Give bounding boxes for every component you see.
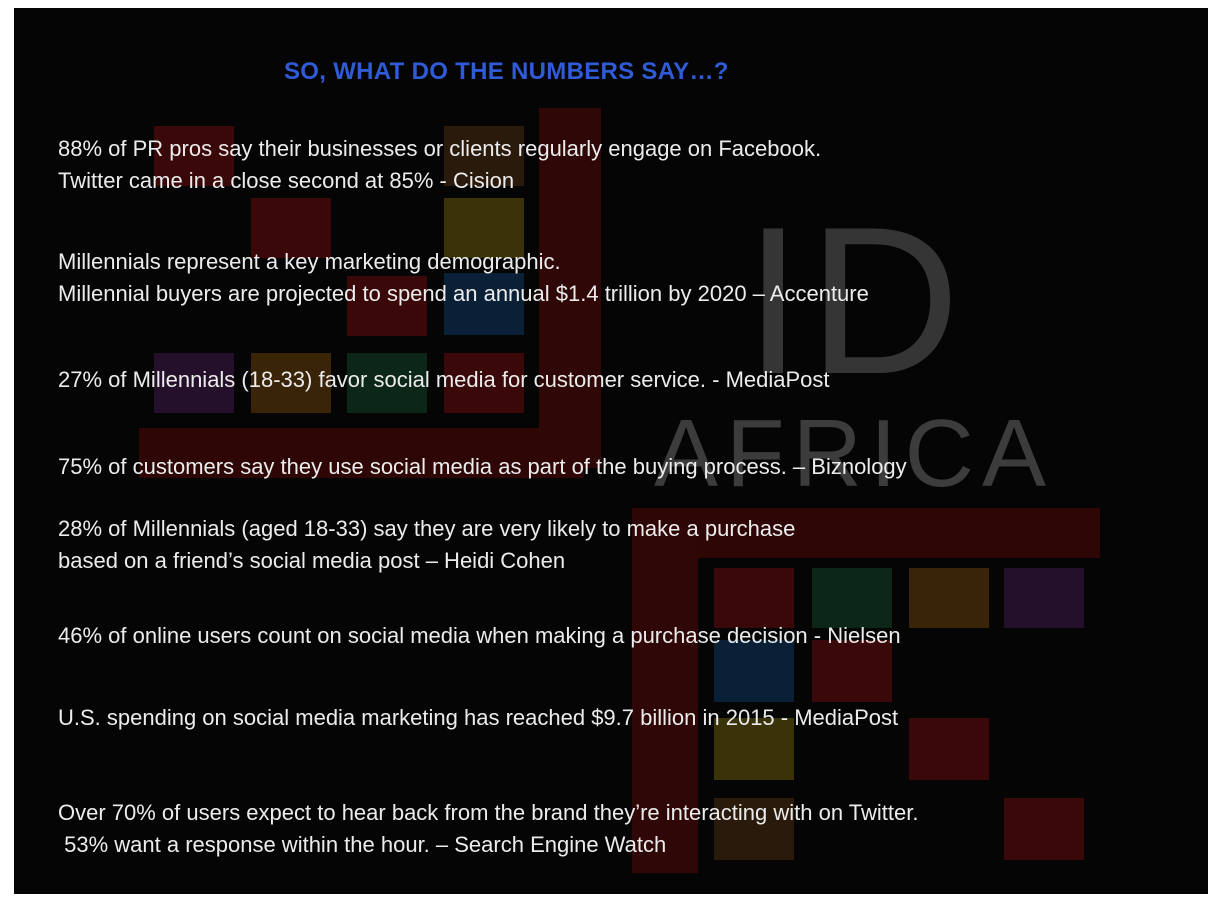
stat-line: Millennials represent a key marketing de… <box>58 249 561 274</box>
stat-line: 46% of online users count on social medi… <box>58 623 901 648</box>
deco-block <box>909 568 989 628</box>
slide-title: SO, WHAT DO THE NUMBERS SAY…? <box>284 58 729 85</box>
stat-item: 88% of PR pros say their businesses or c… <box>58 133 821 197</box>
deco-block <box>812 568 892 628</box>
stat-item: U.S. spending on social media marketing … <box>58 702 898 734</box>
stat-line: 27% of Millennials (18-33) favor social … <box>58 367 830 392</box>
stat-item: 75% of customers say they use social med… <box>58 451 907 483</box>
stat-line: 53% want a response within the hour. – S… <box>58 832 667 857</box>
stat-line: 75% of customers say they use social med… <box>58 454 907 479</box>
stat-line: 28% of Millennials (aged 18-33) say they… <box>58 516 796 541</box>
stat-item: 46% of online users count on social medi… <box>58 620 901 652</box>
stat-line: U.S. spending on social media marketing … <box>58 705 899 730</box>
stat-line: 88% of PR pros say their businesses or c… <box>58 136 822 161</box>
deco-block <box>714 568 794 628</box>
stat-item: 27% of Millennials (18-33) favor social … <box>58 364 830 396</box>
stat-line: Over 70% of users expect to hear back fr… <box>58 800 919 825</box>
stat-line: based on a friend’s social media post – … <box>58 548 566 573</box>
presentation-slide: ID AFRICA SO, WHAT DO THE NUMBERS SAY…? … <box>14 8 1208 894</box>
stat-item: Over 70% of users expect to hear back fr… <box>58 797 918 861</box>
deco-block <box>1004 798 1084 860</box>
stat-item: 28% of Millennials (aged 18-33) say they… <box>58 513 795 577</box>
deco-block <box>1004 568 1084 628</box>
stat-item: Millennials represent a key marketing de… <box>58 246 869 310</box>
stat-line: Twitter came in a close second at 85% - … <box>58 168 515 193</box>
deco-block <box>909 718 989 780</box>
stat-line: Millennial buyers are projected to spend… <box>58 281 869 306</box>
